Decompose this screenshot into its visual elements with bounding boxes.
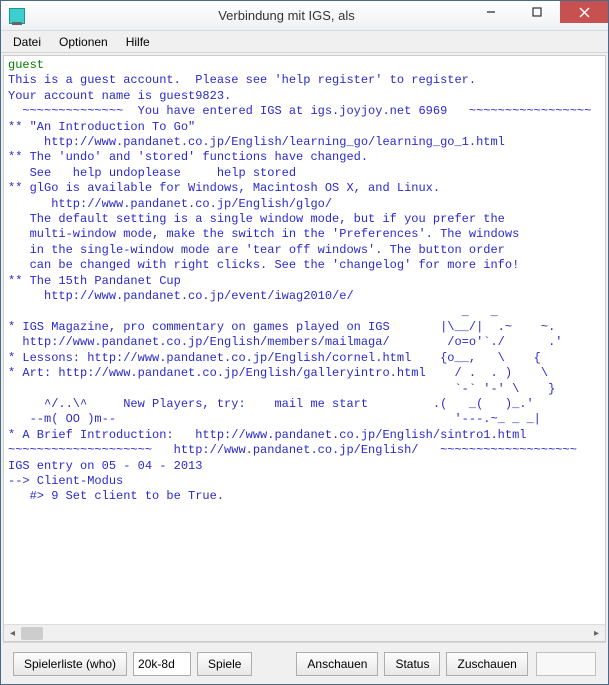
minimize-button[interactable] [468, 1, 514, 23]
terminal-line: IGS entry on 05 - 04 - 2013 [8, 459, 202, 473]
menu-options[interactable]: Optionen [51, 33, 116, 51]
terminal-line: http://www.pandanet.co.jp/English/learni… [8, 135, 505, 149]
menu-help[interactable]: Hilfe [118, 33, 158, 51]
rank-field[interactable]: 20k-8d [133, 652, 191, 676]
command-input[interactable] [536, 652, 596, 676]
terminal-line: See help undoplease help stored [8, 166, 296, 180]
maximize-button[interactable] [514, 1, 560, 23]
terminal-line: ~~~~~~~~~~~~~~~~~~~~ http://www.pandanet… [8, 443, 577, 457]
titlebar: Verbindung mit IGS, als [1, 1, 608, 31]
terminal-line: can be changed with right clicks. See th… [8, 258, 519, 272]
window-controls [468, 1, 608, 23]
menubar: Datei Optionen Hilfe [1, 31, 608, 53]
terminal-line: http://www.pandanet.co.jp/English/glgo/ [8, 197, 332, 211]
terminal-line: ** The 15th Pandanet Cup [8, 274, 181, 288]
terminal-line: multi-window mode, make the switch in th… [8, 227, 519, 241]
terminal-line: --> Client-Modus [8, 474, 123, 488]
terminal-line: The default setting is a single window m… [8, 212, 505, 226]
watch-button[interactable]: Zuschauen [446, 652, 527, 676]
terminal-line: This is a guest account. Please see 'hel… [8, 73, 476, 87]
terminal-line: Your account name is guest9823. [8, 89, 231, 103]
terminal-line: * Art: http://www.pandanet.co.jp/English… [8, 366, 548, 380]
observe-button[interactable]: Anschauen [296, 652, 378, 676]
games-button[interactable]: Spiele [197, 652, 252, 676]
terminal-line: * A Brief Introduction: http://www.panda… [8, 428, 526, 442]
horizontal-scrollbar[interactable]: ◂ ▸ [4, 624, 605, 641]
terminal-line: ** The 'undo' and 'stored' functions hav… [8, 150, 368, 164]
terminal-line: _ _ [8, 305, 498, 319]
status-button[interactable]: Status [384, 652, 440, 676]
terminal-line: http://www.pandanet.co.jp/English/member… [8, 335, 563, 349]
terminal-line: in the single-window mode are 'tear off … [8, 243, 505, 257]
terminal-line: ** "An Introduction To Go" [8, 120, 195, 134]
scroll-thumb[interactable] [21, 627, 43, 640]
scroll-left-icon[interactable]: ◂ [4, 625, 21, 642]
terminal-user: guest [8, 58, 44, 72]
scroll-right-icon[interactable]: ▸ [588, 625, 605, 642]
terminal-line: #> 9 Set client to be True. [8, 489, 224, 503]
terminal-line: --m( OO )m-- '---.~_ _ _| [8, 412, 541, 426]
terminal-line: * Lessons: http://www.pandanet.co.jp/Eng… [8, 351, 541, 365]
terminal-line: `-` '-' \ } [8, 382, 555, 396]
terminal-output: guest This is a guest account. Please se… [4, 56, 605, 624]
content-area: guest This is a guest account. Please se… [1, 53, 608, 684]
scroll-track[interactable] [21, 625, 588, 642]
bottom-toolbar: Spielerliste (who) 20k-8d Spiele Anschau… [3, 642, 606, 684]
terminal-line: ** glGo is available for Windows, Macint… [8, 181, 440, 195]
terminal-line: ~~~~~~~~~~~~~~ You have entered IGS at i… [8, 104, 591, 118]
terminal-line: http://www.pandanet.co.jp/event/iwag2010… [8, 289, 354, 303]
close-button[interactable] [560, 1, 608, 23]
playerlist-button[interactable]: Spielerliste (who) [13, 652, 127, 676]
app-icon [9, 8, 25, 24]
terminal-line: ^/..\^ New Players, try: mail me start .… [8, 397, 534, 411]
terminal-line: * IGS Magazine, pro commentary on games … [8, 320, 555, 334]
menu-file[interactable]: Datei [5, 33, 49, 51]
terminal-panel: guest This is a guest account. Please se… [3, 55, 606, 642]
